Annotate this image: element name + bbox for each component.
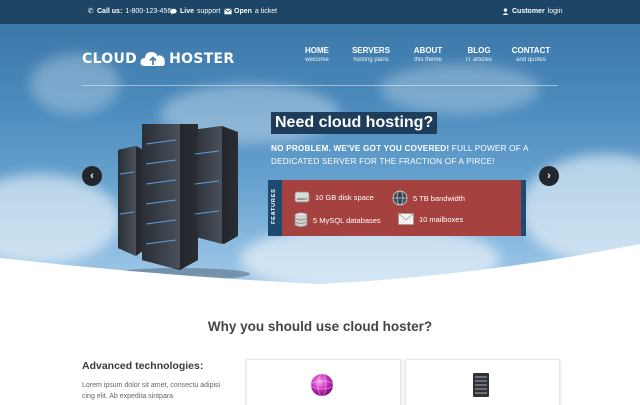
hero-wave-divider bbox=[0, 244, 640, 304]
chat-bubble-icon bbox=[170, 8, 177, 15]
open-ticket-link[interactable]: Open a ticket bbox=[224, 8, 277, 15]
feature-mysql: 5 MySQL databases bbox=[294, 212, 381, 228]
feature-card-1[interactable] bbox=[246, 359, 401, 405]
nav-about[interactable]: ABOUT this theme bbox=[410, 46, 446, 65]
call-us[interactable]: ✆ Call us: 1-800-123-456 bbox=[87, 8, 172, 15]
user-icon bbox=[502, 8, 509, 15]
nav-home[interactable]: HOME welcome bbox=[302, 46, 332, 65]
slider-next-button[interactable]: › bbox=[539, 166, 559, 186]
feature-mailboxes: 10 mailboxes bbox=[398, 213, 463, 225]
hero-subtext: NO PROBLEM. WE'VE GOT YOU COVERED! FULL … bbox=[271, 144, 529, 166]
nav-contact[interactable]: CONTACT and quotes bbox=[510, 46, 552, 65]
section-title: Why you should use cloud hoster? bbox=[207, 319, 433, 334]
slider-prev-button[interactable]: ‹ bbox=[82, 166, 102, 186]
orb-icon bbox=[310, 373, 334, 397]
feature-disk-space: 10 GB disk space bbox=[294, 190, 374, 204]
envelope-icon bbox=[398, 213, 414, 225]
hero-divider bbox=[82, 85, 558, 86]
site-logo[interactable]: CLOUD HOSTER bbox=[82, 48, 235, 70]
feature-card-2[interactable] bbox=[405, 359, 560, 405]
customer-login-link[interactable]: Customer login bbox=[502, 8, 562, 15]
hard-drive-icon bbox=[294, 191, 310, 203]
hero-headline: Need cloud hosting? bbox=[271, 112, 438, 134]
features-box: FEATURES 10 GB disk space 5 TB bandwidth… bbox=[268, 180, 526, 236]
cloud-upload-icon bbox=[140, 52, 165, 66]
live-support-link[interactable]: Live support bbox=[170, 8, 220, 15]
globe-icon bbox=[392, 190, 408, 206]
advanced-technologies-text: Lorem ipsum dolor sit amet, consectu adi… bbox=[82, 382, 221, 400]
envelope-icon bbox=[224, 8, 232, 15]
features-label: FEATURES bbox=[268, 180, 282, 236]
server-icon bbox=[473, 373, 489, 397]
database-icon bbox=[294, 212, 308, 228]
nav-servers[interactable]: SERVERS hosting plans bbox=[350, 46, 392, 65]
feature-bandwidth: 5 TB bandwidth bbox=[392, 190, 465, 206]
features-accent-strip bbox=[521, 180, 526, 236]
top-bar: ✆ Call us: 1-800-123-456 Live support Op… bbox=[0, 0, 640, 24]
phone-icon: ✆ bbox=[87, 8, 94, 15]
advanced-technologies-heading: Advanced technologies: bbox=[82, 360, 204, 372]
cloud-decoration bbox=[380, 64, 540, 114]
nav-blog[interactable]: BLOG IT articles bbox=[462, 46, 496, 65]
